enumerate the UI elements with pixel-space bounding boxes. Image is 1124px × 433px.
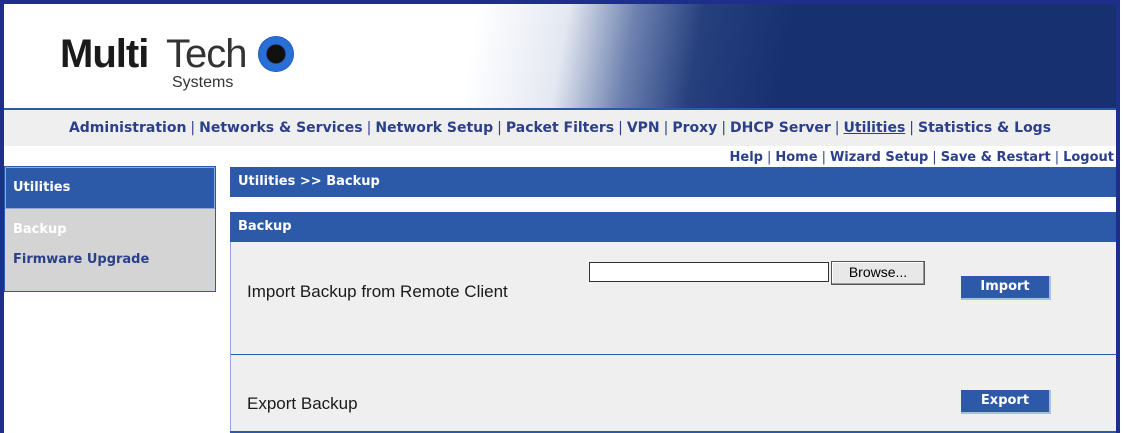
sidebar-title: Utilities: [5, 167, 215, 209]
home-link[interactable]: Home: [775, 150, 817, 165]
backup-file-input[interactable]: [589, 262, 829, 282]
logo-circle-icon: [258, 36, 294, 72]
section-title: Backup: [230, 212, 1116, 242]
section-divider: [231, 354, 1117, 355]
nav-item-networks-services[interactable]: Networks & Services: [199, 120, 363, 136]
nav-item-statistics-logs[interactable]: Statistics & Logs: [918, 120, 1051, 136]
main-nav: Administration | Networks & Services | Netwo…: [4, 108, 1116, 146]
logout-link[interactable]: Logout: [1063, 150, 1114, 165]
export-label: Export Backup: [247, 394, 358, 413]
logo-text-light: Tech: [166, 32, 247, 76]
logo-text-bold: Multi: [60, 32, 149, 76]
nav-item-vpn[interactable]: VPN: [627, 120, 660, 136]
nav-separator: |: [190, 120, 196, 136]
nav-separator: |: [663, 120, 669, 136]
link-separator: |: [932, 150, 937, 165]
nav-separator: |: [497, 120, 502, 136]
link-separator: |: [821, 150, 826, 165]
nav-item-utilities[interactable]: Utilities: [844, 120, 906, 136]
nav-separator: |: [834, 120, 840, 136]
nav-item-packet-filters[interactable]: Packet Filters: [506, 120, 614, 136]
nav-item-network-setup[interactable]: Network Setup: [375, 120, 493, 136]
sidebar-item-firmware-upgrade[interactable]: Firmware Upgrade: [5, 245, 215, 275]
export-button[interactable]: Export: [961, 390, 1051, 414]
nav-item-proxy[interactable]: Proxy: [672, 120, 717, 136]
header-banner: Multi Tech Systems: [4, 4, 1116, 108]
nav-item-dhcp-server[interactable]: DHCP Server: [730, 120, 831, 136]
link-separator: |: [1054, 150, 1060, 165]
top-links: Help | Home | Wizard Setup | Save & Restart | Lo…: [730, 150, 1114, 165]
logo-subtext: Systems: [172, 74, 234, 91]
nav-item-administration[interactable]: Administration: [69, 120, 186, 136]
import-button[interactable]: Import: [961, 276, 1051, 300]
help-link[interactable]: Help: [730, 150, 763, 165]
browse-button[interactable]: Browse...: [831, 261, 925, 285]
nav-separator: |: [721, 120, 727, 136]
breadcrumb: Utilities >> Backup: [230, 167, 1116, 197]
sidebar-item-backup[interactable]: Backup: [5, 215, 215, 245]
import-label: Import Backup from Remote Client: [247, 282, 508, 301]
save-restart-link[interactable]: Save & Restart: [941, 150, 1051, 165]
backup-panel: Import Backup from Remote Client Browse.…: [230, 242, 1117, 433]
nav-separator: |: [366, 120, 372, 136]
wizard-setup-link[interactable]: Wizard Setup: [830, 150, 928, 165]
sidebar: Utilities Backup Firmware Upgrade: [4, 166, 216, 292]
nav-separator: |: [618, 120, 623, 136]
nav-separator: |: [909, 120, 915, 136]
link-separator: |: [766, 150, 772, 165]
